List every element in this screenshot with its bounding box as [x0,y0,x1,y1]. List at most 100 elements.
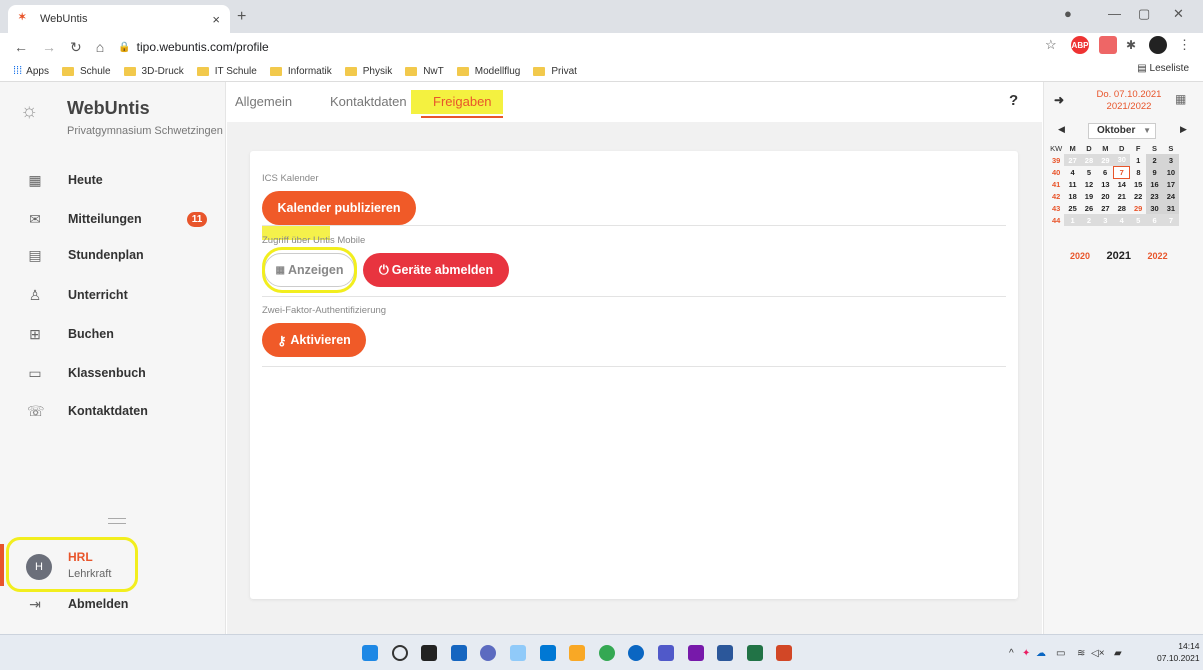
week-number[interactable]: 43 [1048,202,1064,214]
collapse-handle-icon[interactable] [108,518,126,524]
year-next[interactable]: 2022 [1148,251,1168,261]
close-tab-icon[interactable]: × [212,12,220,27]
menu-dots-icon[interactable]: ⋮ [1178,37,1191,53]
calendar-day[interactable]: 21 [1114,190,1130,202]
calendar-day[interactable]: 22 [1130,190,1146,202]
calendar-day[interactable]: 4 [1113,214,1130,226]
calendar-day[interactable]: 31 [1162,202,1180,214]
tab-kontaktdaten[interactable]: Kontaktdaten [330,94,407,109]
tray-app-icon[interactable]: ✦ [1022,648,1030,659]
nav-item-stundenplan[interactable]: ▤ Stundenplan [0,240,225,270]
nav-item-buchen[interactable]: ⊞ Buchen [0,319,225,349]
calendar-day[interactable]: 27 [1097,202,1113,214]
week-number[interactable]: 41 [1048,178,1064,190]
calendar-day[interactable]: 6 [1097,166,1113,178]
task-view-icon[interactable] [421,645,437,661]
calendar-day[interactable]: 1 [1130,154,1146,166]
new-tab-button[interactable]: + [237,8,246,26]
calendar-day[interactable]: 5 [1081,166,1097,178]
calendar-day[interactable]: 28 [1114,202,1130,214]
calendar-day[interactable]: 2 [1146,154,1163,166]
widgets-icon[interactable] [451,645,467,661]
calendar-day[interactable]: 16 [1146,178,1163,190]
bookmark-folder[interactable]: Informatik [269,66,332,77]
reading-list-button[interactable]: ▤ Leseliste [1137,63,1189,74]
calendar-day[interactable]: 2 [1080,214,1098,226]
calendar-day[interactable]: 7 [1162,214,1180,226]
publish-calendar-button[interactable]: Kalender publizieren [262,191,416,225]
reload-icon[interactable]: ↻ [70,39,82,56]
back-icon[interactable]: ← [14,39,28,55]
calendar-day[interactable]: 10 [1162,166,1180,178]
home-icon[interactable]: ⌂ [96,39,104,55]
taskbar-clock[interactable]: 14:14 07.10.2021 [1157,640,1200,664]
search-icon[interactable] [392,645,408,661]
calendar-day[interactable]: 17 [1162,178,1180,190]
browser-tab[interactable]: ✶ WebUntis × [8,5,230,33]
calendar-day[interactable]: 19 [1081,190,1097,202]
nav-item-kontaktdaten[interactable]: ☏ Kontaktdaten [0,396,225,426]
calendar-day[interactable]: 27 [1064,154,1081,166]
calendar-day-today[interactable]: 7 [1113,165,1131,179]
bookmark-folder[interactable]: Modellflug [456,66,520,77]
nav-item-mitteilungen[interactable]: ✉ Mitteilungen 11 [0,204,225,234]
month-select[interactable]: Oktober ▼ [1088,123,1156,139]
calendar-day[interactable]: 18 [1064,190,1080,202]
excel-icon[interactable] [747,645,763,661]
powerpoint-icon[interactable] [776,645,792,661]
adblock-extension-icon[interactable]: ABP [1071,36,1089,54]
calendar-day[interactable]: 8 [1130,166,1146,178]
nav-item-heute[interactable]: ▦ Heute [0,165,225,195]
tray-onedrive-icon[interactable]: ☁ [1036,648,1046,659]
week-number[interactable]: 42 [1048,190,1064,202]
bookmark-folder[interactable]: 3D-Druck [123,66,184,77]
calendar-day[interactable]: 11 [1064,178,1080,190]
app-name[interactable]: WebUntis [67,98,150,119]
profile-circle-icon[interactable]: ● [1064,6,1072,21]
battery-icon[interactable]: ▰ [1114,648,1122,659]
onenote-icon[interactable] [688,645,704,661]
tray-chevron-icon[interactable]: ^ [1009,648,1014,659]
bookmark-star-icon[interactable]: ☆ [1045,37,1057,53]
puzzle-extensions-icon[interactable]: ✱ [1126,38,1136,52]
bookmark-apps[interactable]: ⁞⁞⁞ Apps [13,65,49,77]
snipping-tool-icon[interactable] [510,645,526,661]
calendar-day[interactable]: 20 [1097,190,1113,202]
calendar-day[interactable]: 29 [1097,154,1114,166]
calendar-picker-icon[interactable]: ▦ [1175,92,1186,106]
close-window-icon[interactable]: ✕ [1173,6,1184,22]
next-month-icon[interactable]: ▶ [1180,124,1187,135]
year-prev[interactable]: 2020 [1070,251,1090,261]
bookmark-folder[interactable]: IT Schule [196,66,257,77]
calendar-day[interactable]: 23 [1146,190,1163,202]
calendar-day[interactable]: 9 [1146,166,1163,178]
forward-icon[interactable]: → [42,39,56,55]
extension-icon[interactable] [1099,36,1117,54]
activate-2fa-button[interactable]: ⚷ Aktivieren [262,323,366,357]
week-number[interactable]: 44 [1048,214,1064,226]
bookmark-folder[interactable]: Physik [344,66,392,77]
chrome-icon[interactable] [599,645,615,661]
calendar-day[interactable]: 14 [1114,178,1130,190]
nav-item-unterricht[interactable]: ♙ Unterricht [0,280,225,310]
calendar-day[interactable]: 5 [1129,214,1147,226]
nav-item-klassenbuch[interactable]: ▭ Klassenbuch [0,358,225,388]
prev-month-icon[interactable]: ◀ [1058,124,1065,135]
week-number[interactable]: 39 [1048,154,1064,166]
word-icon[interactable] [717,645,733,661]
calendar-day[interactable]: 3 [1097,214,1114,226]
calendar-day[interactable]: 4 [1064,166,1080,178]
tab-allgemein[interactable]: Allgemein [235,94,292,109]
windows-start-icon[interactable] [362,645,378,661]
tab-freigaben[interactable]: Freigaben [433,94,492,109]
logout-devices-button[interactable]: ⏻ Geräte abmelden [363,253,509,287]
avatar[interactable]: H [26,554,52,580]
logout-button[interactable]: ⇥ Abmelden [0,589,225,619]
bookmark-folder[interactable]: Schule [61,66,111,77]
bookmark-folder[interactable]: NwT [405,66,444,77]
help-button[interactable]: ? [1009,92,1018,109]
teams-icon[interactable] [658,645,674,661]
calendar-day[interactable]: 6 [1146,214,1163,226]
calendar-day[interactable]: 13 [1097,178,1113,190]
user-profile-icon[interactable] [1149,36,1167,54]
